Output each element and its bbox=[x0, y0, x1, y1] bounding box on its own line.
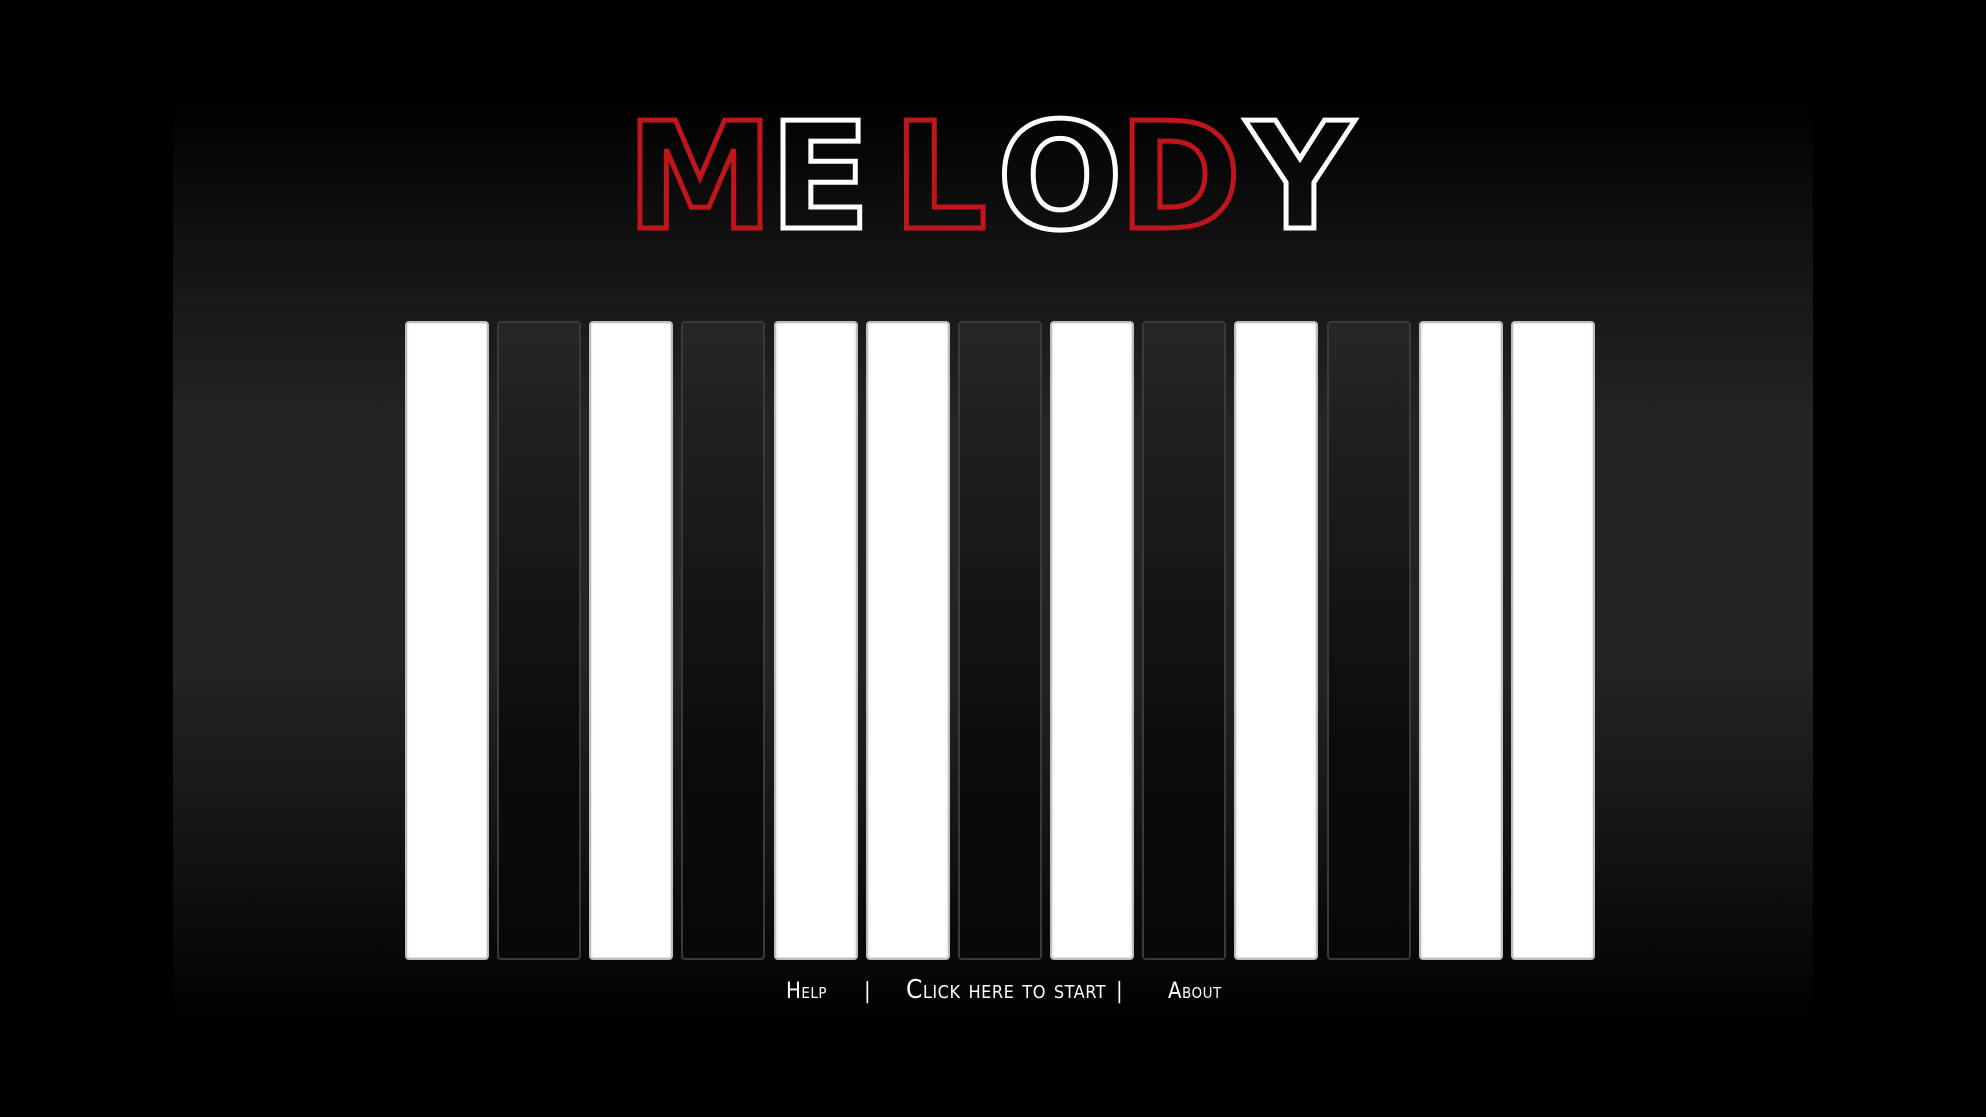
help-link[interactable]: Help bbox=[786, 970, 827, 1014]
piano-key-2[interactable] bbox=[497, 321, 582, 960]
piano-key-4[interactable] bbox=[681, 321, 766, 960]
logo-letter: D bbox=[1119, 91, 1242, 263]
piano-key-1[interactable] bbox=[405, 321, 489, 960]
footer-nav: Help | Click here to start | About bbox=[760, 968, 1240, 1012]
piano-key-9[interactable] bbox=[1142, 321, 1227, 960]
nav-separator: | bbox=[864, 979, 871, 1004]
app-logo: MELODY bbox=[624, 89, 1360, 266]
logo-wordmark: ME L OD Y bbox=[624, 89, 1358, 266]
nav-separator: | bbox=[1116, 979, 1123, 1004]
logo-letter: O bbox=[997, 91, 1123, 263]
piano-key-13[interactable] bbox=[1510, 321, 1595, 960]
logo-letter: E bbox=[769, 91, 870, 263]
piano-key-3[interactable] bbox=[589, 321, 674, 960]
logo-letter: L bbox=[893, 91, 987, 263]
logo-letter: M bbox=[626, 91, 773, 263]
piano-key-7[interactable] bbox=[957, 321, 1042, 960]
piano-key-10[interactable] bbox=[1234, 321, 1319, 960]
about-link[interactable]: About bbox=[1168, 970, 1222, 1014]
piano-key-6[interactable] bbox=[865, 321, 950, 960]
piano-key-12[interactable] bbox=[1418, 321, 1503, 960]
piano-keyboard[interactable] bbox=[405, 321, 1595, 960]
piano-key-5[interactable] bbox=[773, 321, 858, 960]
piano-key-11[interactable] bbox=[1326, 321, 1411, 960]
logo-letter: Y bbox=[1244, 91, 1355, 263]
start-link[interactable]: Click here to start bbox=[906, 968, 1106, 1012]
piano-key-8[interactable] bbox=[1050, 321, 1135, 960]
